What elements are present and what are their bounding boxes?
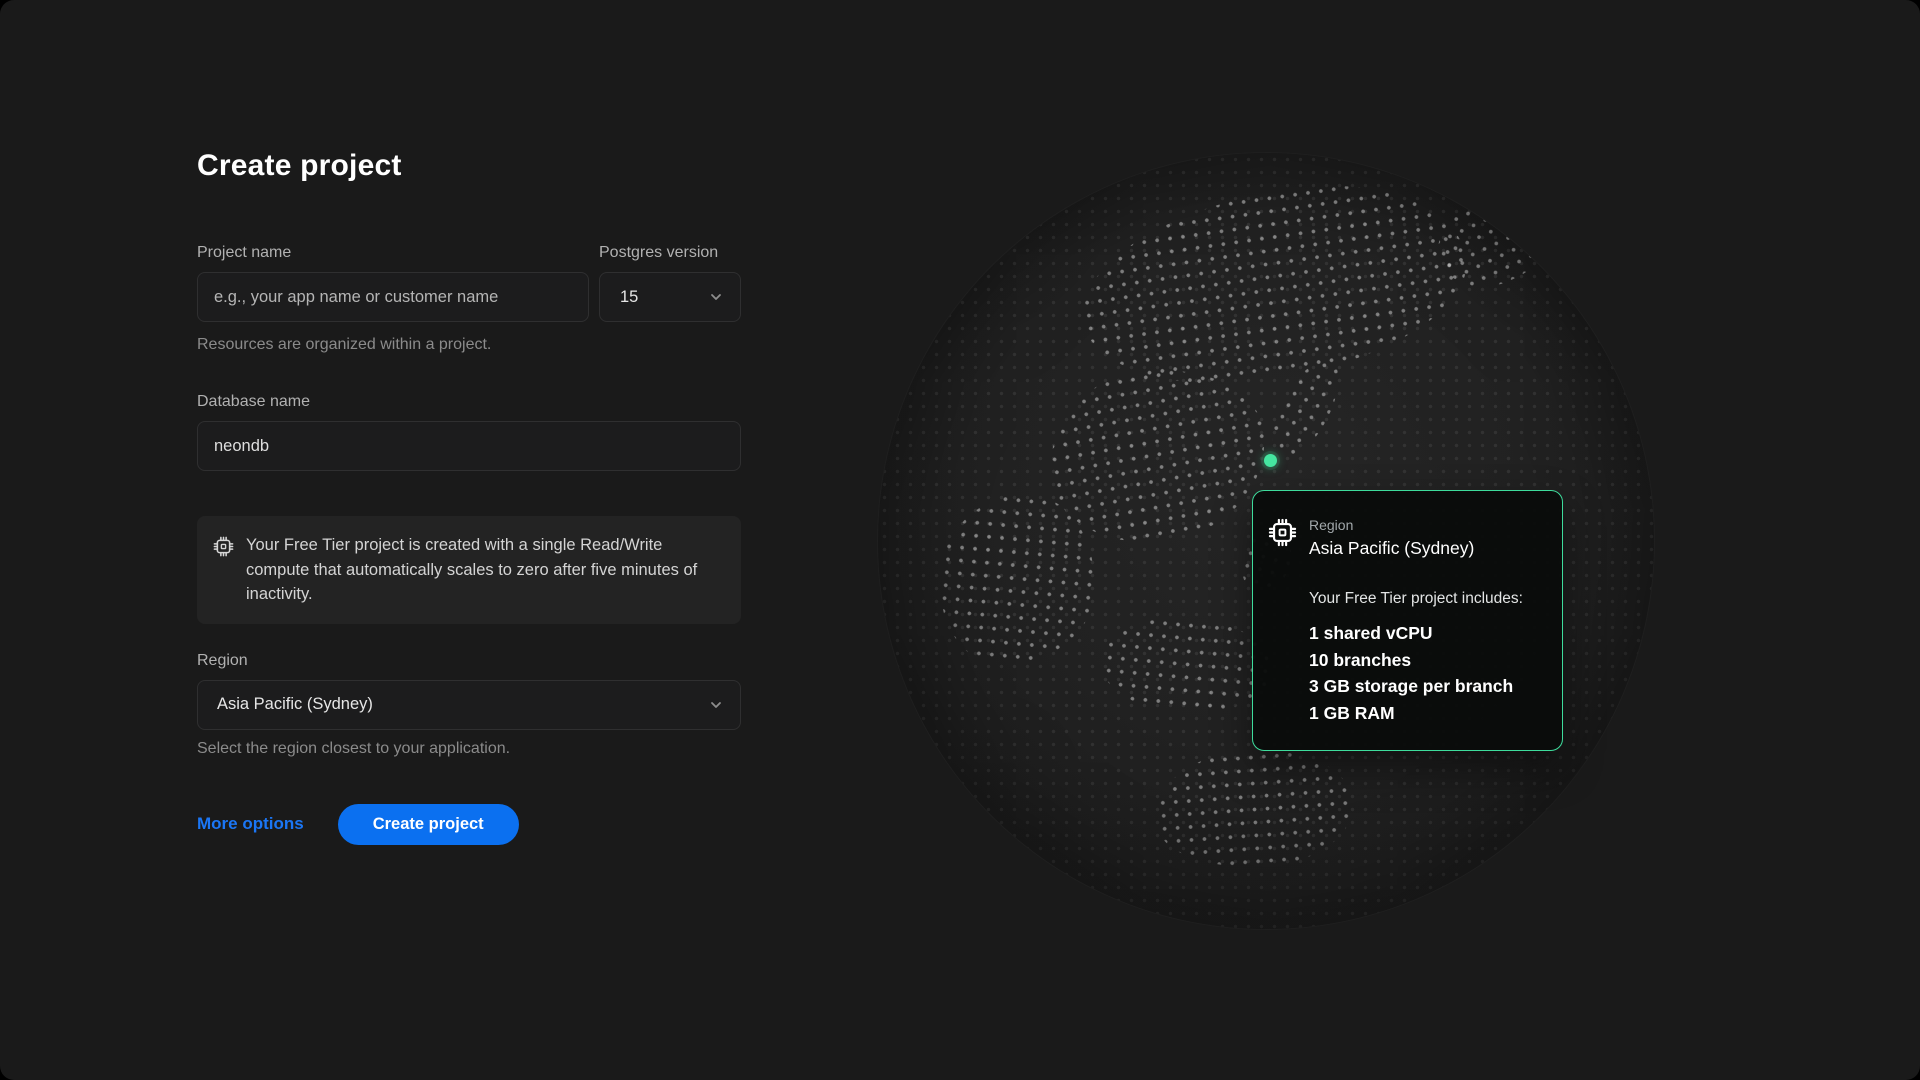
form-actions: More options Create project — [197, 804, 741, 845]
region-tooltip-header-text: Region Asia Pacific (Sydney) — [1309, 516, 1474, 560]
create-project-button[interactable]: Create project — [338, 804, 519, 845]
postgres-version-value: 15 — [620, 288, 638, 307]
free-tier-note-text: Your Free Tier project is created with a… — [246, 533, 708, 607]
page-title: Create project — [197, 148, 741, 184]
postgres-version-label: Postgres version — [599, 243, 741, 263]
tooltip-include-item: 3 GB storage per branch — [1309, 673, 1542, 700]
globe-landmass-siberia — [1069, 166, 1479, 404]
globe-landmass-australia — [1154, 744, 1356, 874]
create-project-page: Create project Project name Postgres ver… — [0, 0, 1920, 1080]
chevron-down-icon — [708, 697, 724, 713]
globe-landmass-se-asia — [1099, 611, 1277, 719]
cpu-chip-icon — [213, 536, 234, 557]
chevron-down-icon — [708, 289, 724, 305]
region-helper: Select the region closest to your applic… — [197, 739, 741, 759]
region-marker-dot — [1264, 454, 1277, 467]
region-tooltip-card: Region Asia Pacific (Sydney) Your Free T… — [1252, 490, 1563, 751]
globe-landmass-east-asia — [1036, 353, 1280, 559]
globe-landmass-japan — [1259, 350, 1351, 468]
tooltip-include-item: 10 branches — [1309, 647, 1542, 674]
globe-landmass-alaska — [1424, 181, 1559, 304]
postgres-version-field-group: Postgres version 15 — [599, 243, 741, 322]
region-tooltip-header: Region Asia Pacific (Sydney) — [1268, 516, 1542, 560]
name-version-row: Project name Postgres version 15 — [197, 243, 741, 322]
region-value: Asia Pacific (Sydney) — [217, 695, 373, 714]
more-options-button[interactable]: More options — [197, 814, 304, 834]
region-tooltip-body: Your Free Tier project includes: 1 share… — [1309, 589, 1542, 726]
region-field-group: Region Asia Pacific (Sydney) Select the … — [197, 651, 741, 759]
tooltip-include-item: 1 shared vCPU — [1309, 620, 1542, 647]
project-name-field-group: Project name — [197, 243, 589, 322]
tooltip-includes-list: 1 shared vCPU 10 branches 3 GB storage p… — [1309, 620, 1542, 726]
project-name-input[interactable] — [197, 272, 589, 322]
postgres-version-select[interactable]: 15 — [599, 272, 741, 322]
region-label: Region — [197, 651, 741, 671]
tooltip-region-label: Region — [1309, 516, 1474, 534]
create-project-form: Create project Project name Postgres ver… — [197, 148, 741, 845]
tooltip-includes-heading: Your Free Tier project includes: — [1309, 589, 1542, 609]
cpu-chip-icon — [1268, 518, 1297, 547]
database-name-field-group: Database name — [197, 392, 741, 471]
project-name-helper: Resources are organized within a project… — [197, 335, 741, 355]
free-tier-note: Your Free Tier project is created with a… — [197, 516, 741, 624]
globe-landmass-mideast-india — [933, 488, 1102, 672]
database-name-label: Database name — [197, 392, 741, 412]
tooltip-include-item: 1 GB RAM — [1309, 700, 1542, 727]
region-select[interactable]: Asia Pacific (Sydney) — [197, 680, 741, 730]
project-name-label: Project name — [197, 243, 589, 263]
database-name-input[interactable] — [197, 421, 741, 471]
tooltip-region-value: Asia Pacific (Sydney) — [1309, 536, 1474, 560]
